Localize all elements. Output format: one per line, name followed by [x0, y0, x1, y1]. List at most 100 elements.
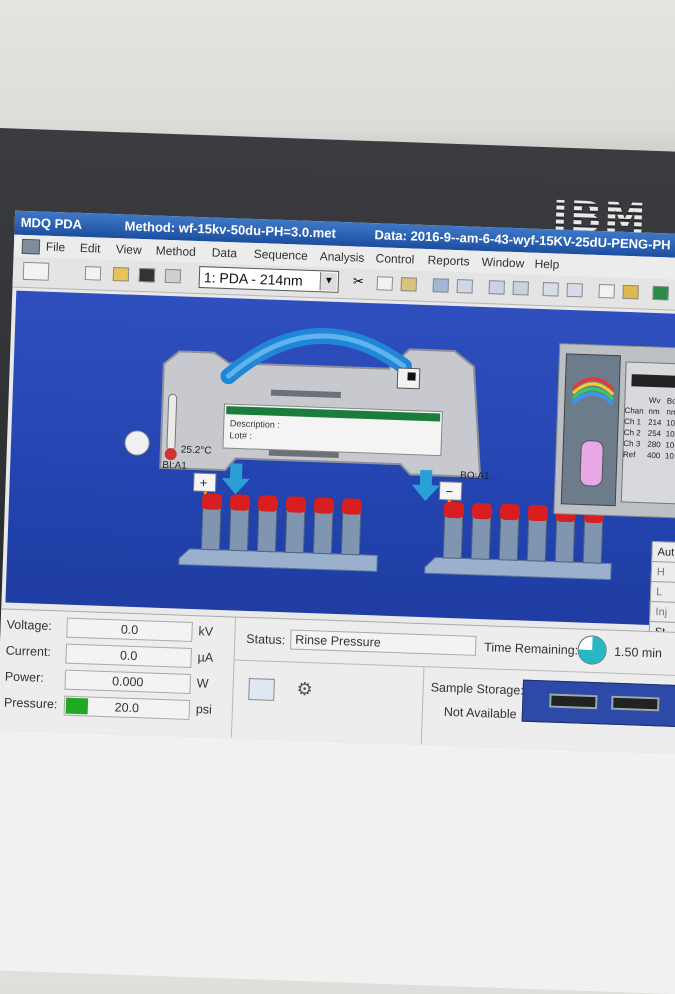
voltage-unit: kV — [198, 624, 214, 639]
table-icon[interactable] — [488, 280, 505, 295]
status-value: Rinse Pressure — [289, 629, 477, 656]
detector-header-nm2: nm — [666, 407, 675, 416]
inlet-position: BI:A1 — [162, 460, 187, 472]
outlet-vial — [470, 512, 492, 560]
outlet-vial-cap — [527, 504, 548, 522]
inject-button-label: Inj — [655, 606, 668, 619]
detector-cell: Ch 1 — [624, 417, 642, 427]
menu-window[interactable]: Window — [481, 255, 524, 270]
inlet-vial-cap — [341, 498, 363, 515]
divider-h — [233, 659, 675, 677]
pressure-bar — [65, 697, 89, 715]
instrument-panel: Wv Bd Chan nm nm Ch 1 214 10 Ch 2 254 10 Ch 32… — [5, 290, 675, 645]
inlet-vial — [340, 507, 362, 556]
status-icon[interactable] — [652, 285, 669, 301]
detector-cell: 10 — [665, 440, 675, 449]
menu-analysis[interactable]: Analysis — [319, 249, 364, 265]
description-label: Description : — [230, 418, 280, 430]
list-icon[interactable] — [542, 282, 559, 297]
divider — [230, 617, 237, 738]
detector-window-mark — [407, 372, 416, 381]
detector-cell: Ref — [623, 450, 637, 459]
load-button-label: L — [655, 586, 663, 599]
detector-cell: 10 — [666, 418, 675, 427]
inlet-vial-cap — [201, 493, 223, 510]
sample-storage-value: Not Available — [443, 704, 517, 722]
detector-cell: Ch 2 — [624, 428, 642, 438]
detector-cell: 400 — [647, 451, 661, 460]
menu-help[interactable]: Help — [534, 257, 559, 272]
menu-method[interactable]: Method — [156, 244, 196, 259]
empty-workspace — [0, 730, 675, 994]
graph-icon[interactable] — [456, 279, 473, 294]
detector-cell: 254 — [648, 429, 662, 438]
outlet-vial-cap — [471, 502, 493, 520]
report-icon[interactable] — [248, 678, 275, 701]
paste-icon[interactable] — [400, 277, 418, 292]
menu-view[interactable]: View — [116, 242, 142, 257]
cut-icon[interactable]: ✂ — [353, 273, 369, 290]
menu-file[interactable]: File — [46, 240, 66, 255]
method-select[interactable]: 1: PDA - 214nm ▼ — [198, 266, 340, 293]
outlet-vial — [442, 511, 464, 559]
thermometer-icon — [166, 393, 178, 451]
detector-header-wv: Wv — [649, 396, 661, 405]
current-label: Current: — [5, 643, 52, 660]
storage-slot-2 — [611, 695, 660, 712]
outlet-vial — [526, 514, 548, 562]
status-label: Status: — [246, 631, 286, 648]
copy-icon[interactable] — [376, 276, 394, 291]
print-icon[interactable] — [164, 268, 182, 284]
properties-icon[interactable] — [566, 282, 583, 298]
chart-axis-icon[interactable] — [598, 283, 615, 299]
menu-reports[interactable]: Reports — [427, 253, 469, 268]
inlet-vial-cap — [229, 494, 251, 511]
storage-display — [521, 679, 675, 728]
current-value: 0.0 — [65, 643, 192, 669]
storage-slot-1 — [549, 693, 598, 710]
inlet-vial-cap — [257, 495, 279, 512]
detector-cell: 214 — [648, 418, 662, 427]
grid-icon[interactable] — [512, 280, 529, 296]
inlet-vial — [200, 502, 222, 551]
inlet-vial-cap — [285, 496, 307, 513]
monitor-icon[interactable] — [432, 278, 450, 293]
menu-edit[interactable]: Edit — [80, 241, 101, 256]
new-file-icon[interactable] — [84, 266, 102, 281]
sample-storage-label: Sample Storage: — [430, 680, 525, 698]
instrument-diagram: Wv Bd Chan nm nm Ch 1 214 10Ch 2 254 10Ch 32… — [124, 327, 675, 581]
instrument-status-icon[interactable]: ⚙ — [296, 679, 327, 703]
timer-pie-icon — [577, 635, 607, 665]
open-folder-icon[interactable] — [112, 267, 130, 282]
power-label: Power: — [4, 669, 44, 685]
detector-header-nm1: nm — [648, 407, 660, 416]
menu-control[interactable]: Control — [375, 251, 414, 266]
inlet-vial — [312, 506, 334, 555]
voltage-value: 0.0 — [66, 617, 193, 643]
lamp-icon — [579, 440, 604, 487]
menu-sequence[interactable]: Sequence — [254, 247, 309, 263]
outlet-position: BO:A1 — [460, 470, 490, 482]
time-remaining-value: 1.50 min — [613, 644, 663, 661]
outlet-vial — [554, 515, 576, 563]
power-unit: W — [196, 676, 209, 691]
instrument-icon[interactable] — [22, 261, 50, 281]
system-menu-icon[interactable] — [21, 238, 41, 255]
outlet-vial-cap — [499, 503, 521, 521]
chevron-down-icon[interactable]: ▼ — [319, 272, 338, 291]
voltage-label: Voltage: — [6, 617, 53, 634]
divider-v2 — [420, 666, 425, 745]
menu-data[interactable]: Data — [212, 245, 238, 260]
lock-icon[interactable] — [622, 284, 639, 300]
save-icon[interactable] — [138, 267, 156, 283]
status-panel: Voltage: 0.0 kV Current: 0.0 µA Power: 0… — [0, 608, 675, 754]
method-select-value: 1: PDA - 214nm — [203, 269, 303, 289]
detector-header-chan: Chan — [624, 406, 643, 416]
outlet-vial — [498, 513, 520, 561]
monitor-bezel: IBM MDQ PDA Method: wf-15kv-50du-PH=3.0.… — [0, 128, 675, 994]
method-title: Method: wf-15kv-50du-PH=3.0.met — [124, 218, 337, 241]
current-unit: µA — [197, 650, 214, 665]
app-name: MDQ PDA — [20, 214, 83, 232]
detector-cell: Ch 3 — [623, 439, 641, 449]
inlet-vial — [284, 505, 306, 554]
